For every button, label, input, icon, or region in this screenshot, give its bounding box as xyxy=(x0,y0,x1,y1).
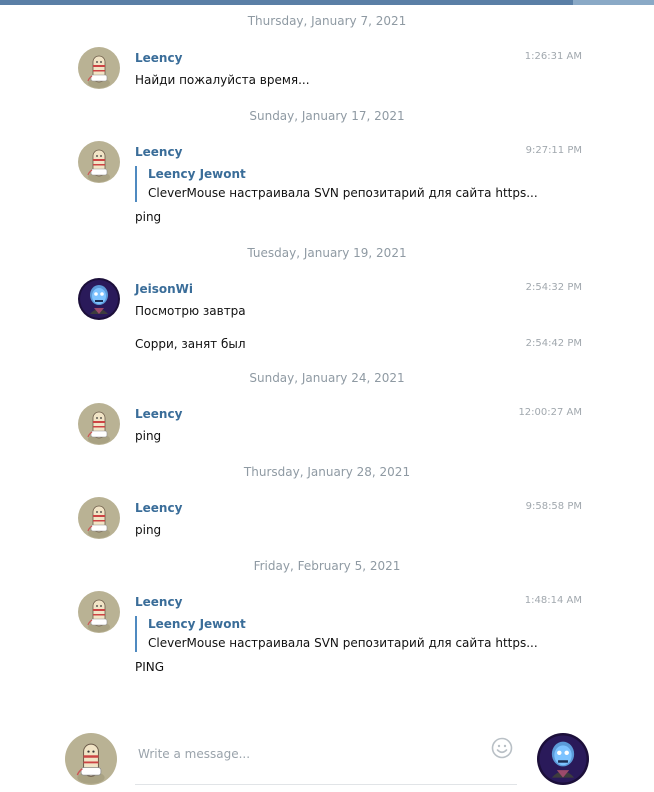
message-time: 2:54:42 PM xyxy=(525,338,582,349)
date-separator: Friday, February 5, 2021 xyxy=(253,559,401,573)
reply-quote[interactable]: Leency Jewont CleverMouse настраивала SV… xyxy=(135,166,538,202)
avatar[interactable] xyxy=(78,497,120,539)
avatar[interactable] xyxy=(78,403,120,445)
message-time: 9:27:11 PM xyxy=(525,145,582,156)
message-author[interactable]: Leency xyxy=(135,595,182,609)
date-separator: Thursday, January 28, 2021 xyxy=(243,465,411,479)
message-time: 12:00:27 AM xyxy=(518,407,582,418)
date-separator: Sunday, January 24, 2021 xyxy=(249,371,405,385)
avatar[interactable] xyxy=(78,47,120,89)
reply-text: CleverMouse настраивала SVN репозитарий … xyxy=(148,186,538,200)
message-author[interactable]: Leency xyxy=(135,407,182,421)
message-text: PING xyxy=(135,660,165,674)
message-text: Найди пожалуйста время... xyxy=(135,73,310,87)
message-text: Сорри, занят был xyxy=(135,337,246,351)
date-separator: Sunday, January 17, 2021 xyxy=(249,109,405,123)
message-text: ping xyxy=(135,210,162,224)
message-author[interactable]: Leency xyxy=(135,145,182,159)
reply-text: CleverMouse настраивала SVN репозитарий … xyxy=(148,636,538,650)
message-time: 9:58:58 PM xyxy=(525,501,582,512)
message-author[interactable]: JeisonWi xyxy=(135,282,193,296)
top-accent-bar xyxy=(0,0,654,5)
message-input[interactable] xyxy=(135,733,517,785)
avatar[interactable] xyxy=(78,591,120,633)
reply-author: Leency Jewont xyxy=(148,617,246,631)
message-author[interactable]: Leency xyxy=(135,51,182,65)
peer-avatar[interactable] xyxy=(537,733,589,785)
date-separator: Thursday, January 7, 2021 xyxy=(247,14,407,28)
message-time: 2:54:32 PM xyxy=(525,282,582,293)
message-author[interactable]: Leency xyxy=(135,501,182,515)
reply-author: Leency Jewont xyxy=(148,167,246,181)
message-text: Посмотрю завтра xyxy=(135,304,246,318)
self-avatar[interactable] xyxy=(65,733,117,785)
message-text: ping xyxy=(135,429,162,443)
message-text: ping xyxy=(135,523,162,537)
avatar[interactable] xyxy=(78,141,120,183)
emoji-icon[interactable] xyxy=(491,737,513,759)
message-time: 1:26:31 AM xyxy=(524,51,582,62)
top-accent-segment xyxy=(573,0,654,5)
date-separator: Tuesday, January 19, 2021 xyxy=(247,246,407,260)
avatar[interactable] xyxy=(78,278,120,320)
reply-quote[interactable]: Leency Jewont CleverMouse настраивала SV… xyxy=(135,616,538,652)
message-time: 1:48:14 AM xyxy=(524,595,582,606)
